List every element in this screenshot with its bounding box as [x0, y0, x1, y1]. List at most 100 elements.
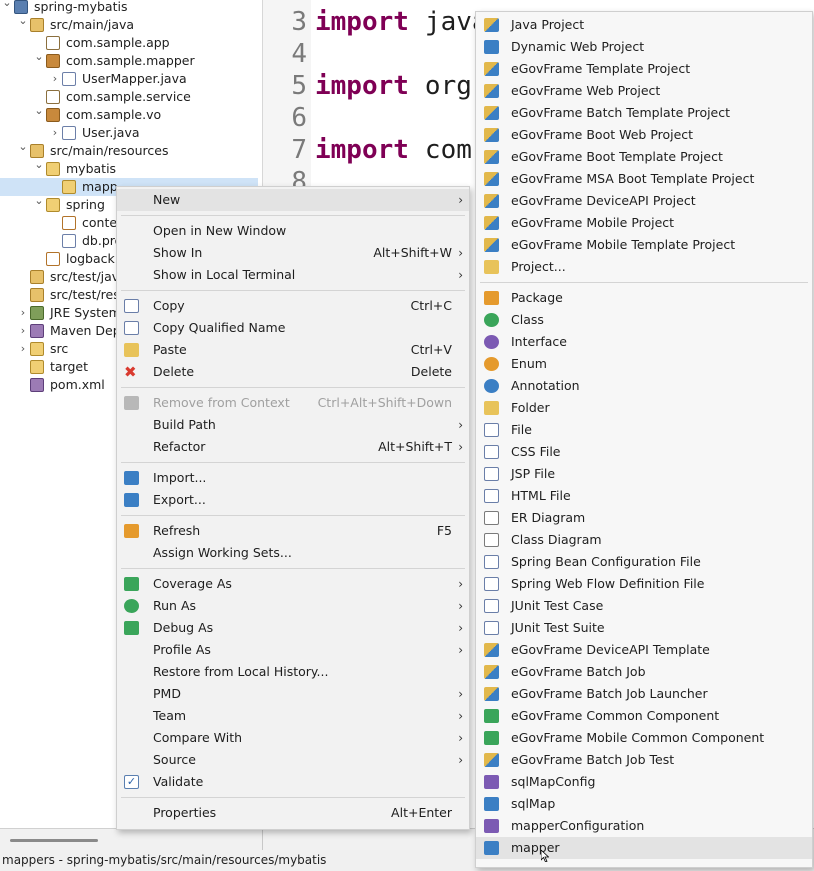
chevron-down-icon[interactable]: ⌄ — [34, 48, 44, 66]
egovframe-deviceapi-template-icon — [484, 643, 499, 657]
new-item-dynamic-web-project[interactable]: Dynamic Web Project — [476, 36, 812, 58]
new-item-junit-test-case[interactable]: JUnit Test Case — [476, 595, 812, 617]
mapper-icon — [484, 841, 499, 855]
new-item-annotation[interactable]: Annotation — [476, 375, 812, 397]
tree-item-usermapper-java[interactable]: › UserMapper.java — [0, 70, 258, 88]
new-item-class-diagram[interactable]: Class Diagram — [476, 529, 812, 551]
new-item-project[interactable]: Project... — [476, 256, 812, 278]
new-item-html-file[interactable]: HTML File — [476, 485, 812, 507]
new-item-spring-bean-configuration-file[interactable]: Spring Bean Configuration File — [476, 551, 812, 573]
tree-item-mybatis[interactable]: ⌄ mybatis — [0, 158, 258, 178]
menu-item-team[interactable]: Team › — [117, 705, 469, 727]
new-item-egovframe-common-component[interactable]: eGovFrame Common Component — [476, 705, 812, 727]
chevron-right-icon[interactable]: › — [18, 304, 28, 322]
chevron-right-icon[interactable]: › — [18, 340, 28, 358]
new-item-mapper[interactable]: mapper — [476, 837, 812, 859]
egovframe-common-component-icon — [484, 709, 499, 723]
new-item-egovframe-mobile-project[interactable]: eGovFrame Mobile Project — [476, 212, 812, 234]
menu-item-compare-with[interactable]: Compare With › — [117, 727, 469, 749]
menu-item-debug-as[interactable]: Debug As › — [117, 617, 469, 639]
menu-item-export[interactable]: Export... — [117, 489, 469, 511]
new-item-egovframe-batch-job-test[interactable]: eGovFrame Batch Job Test — [476, 749, 812, 771]
menu-item-source[interactable]: Source › — [117, 749, 469, 771]
new-item-sqlmap[interactable]: sqlMap — [476, 793, 812, 815]
new-item-egovframe-batch-template-project[interactable]: eGovFrame Batch Template Project — [476, 102, 812, 124]
tree-item-com-sample-mapper[interactable]: ⌄ com.sample.mapper — [0, 50, 258, 70]
tree-item-src-main-java[interactable]: ⌄ src/main/java — [0, 14, 258, 34]
new-item-class[interactable]: Class — [476, 309, 812, 331]
code-line[interactable]: 7 import com. — [263, 134, 487, 166]
menu-item-pmd[interactable]: PMD › — [117, 683, 469, 705]
menu-item-copy-qualified-name[interactable]: Copy Qualified Name — [117, 317, 469, 339]
new-item-interface[interactable]: Interface — [476, 331, 812, 353]
new-item-sqlmapconfig[interactable]: sqlMapConfig — [476, 771, 812, 793]
source-folder-icon — [30, 270, 44, 284]
new-item-spring-web-flow-definition-file[interactable]: Spring Web Flow Definition File — [476, 573, 812, 595]
code-line[interactable]: 5 import org. — [263, 70, 487, 102]
new-item-file[interactable]: File — [476, 419, 812, 441]
new-item-junit-test-suite[interactable]: JUnit Test Suite — [476, 617, 812, 639]
new-item-egovframe-web-project[interactable]: eGovFrame Web Project — [476, 80, 812, 102]
tree-item-spring-mybatis[interactable]: ⌄ spring-mybatis — [0, 0, 258, 16]
menu-item-show-in[interactable]: Show In Alt+Shift+W › — [117, 242, 469, 264]
code-line[interactable]: 3 import java — [263, 6, 487, 38]
menu-item-import[interactable]: Import... — [117, 467, 469, 489]
menu-item-coverage-as[interactable]: Coverage As › — [117, 573, 469, 595]
new-item-css-file[interactable]: CSS File — [476, 441, 812, 463]
new-item-java-project[interactable]: Java Project — [476, 14, 812, 36]
chevron-right-icon: › — [458, 709, 463, 723]
menu-item-run-as[interactable]: Run As › — [117, 595, 469, 617]
chevron-down-icon[interactable]: ⌄ — [18, 12, 28, 30]
new-item-egovframe-batch-job-launcher[interactable]: eGovFrame Batch Job Launcher — [476, 683, 812, 705]
new-item-egovframe-mobile-common-component[interactable]: eGovFrame Mobile Common Component — [476, 727, 812, 749]
debug-icon — [124, 621, 139, 635]
chevron-down-icon[interactable]: ⌄ — [18, 138, 28, 156]
new-item-egovframe-boot-web-project[interactable]: eGovFrame Boot Web Project — [476, 124, 812, 146]
menu-item-profile-as[interactable]: Profile As › — [117, 639, 469, 661]
new-item-egovframe-boot-template-project[interactable]: eGovFrame Boot Template Project — [476, 146, 812, 168]
menu-item-label: HTML File — [511, 488, 571, 503]
menu-item-shortcut: Alt+Shift+T — [378, 439, 452, 454]
menu-item-open-in-new-window[interactable]: Open in New Window — [117, 220, 469, 242]
chevron-down-icon[interactable]: ⌄ — [34, 102, 44, 120]
chevron-right-icon[interactable]: › — [18, 322, 28, 340]
new-item-folder[interactable]: Folder — [476, 397, 812, 419]
new-item-egovframe-deviceapi-project[interactable]: eGovFrame DeviceAPI Project — [476, 190, 812, 212]
new-item-egovframe-template-project[interactable]: eGovFrame Template Project — [476, 58, 812, 80]
menu-item-properties[interactable]: Properties Alt+Enter — [117, 802, 469, 824]
code-line[interactable]: 6 — [263, 102, 331, 134]
menu-item-label: JUnit Test Case — [511, 598, 604, 613]
menu-item-build-path[interactable]: Build Path › — [117, 414, 469, 436]
menu-item-refresh[interactable]: Refresh F5 — [117, 520, 469, 542]
chevron-right-icon[interactable]: › — [50, 124, 60, 142]
new-item-egovframe-mobile-template-project[interactable]: eGovFrame Mobile Template Project — [476, 234, 812, 256]
scrollbar-thumb[interactable] — [10, 839, 98, 842]
menu-item-label: Run As — [153, 598, 197, 613]
menu-item-delete[interactable]: ✖ Delete Delete — [117, 361, 469, 383]
menu-item-new[interactable]: New › — [117, 189, 469, 211]
menu-item-copy[interactable]: Copy Ctrl+C — [117, 295, 469, 317]
menu-item-validate[interactable]: ✓ Validate — [117, 771, 469, 793]
menu-item-label: Refresh — [153, 523, 201, 538]
menu-item-restore-from-local-history[interactable]: Restore from Local History... — [117, 661, 469, 683]
new-item-package[interactable]: Package — [476, 287, 812, 309]
menu-item-paste[interactable]: Paste Ctrl+V — [117, 339, 469, 361]
menu-item-assign-working-sets[interactable]: Assign Working Sets... — [117, 542, 469, 564]
new-item-er-diagram[interactable]: ER Diagram — [476, 507, 812, 529]
css-file-icon — [484, 445, 499, 459]
menu-item-show-in-local-terminal[interactable]: Show in Local Terminal › — [117, 264, 469, 286]
new-item-mapperconfiguration[interactable]: mapperConfiguration — [476, 815, 812, 837]
chevron-down-icon[interactable]: ⌄ — [34, 156, 44, 174]
tree-item-user-java[interactable]: › User.java — [0, 124, 258, 142]
tree-item-com-sample-vo[interactable]: ⌄ com.sample.vo — [0, 104, 258, 124]
chevron-down-icon[interactable]: ⌄ — [34, 192, 44, 210]
new-item-egovframe-deviceapi-template[interactable]: eGovFrame DeviceAPI Template — [476, 639, 812, 661]
new-item-jsp-file[interactable]: JSP File — [476, 463, 812, 485]
code-line[interactable]: 4 — [263, 38, 331, 70]
new-item-egovframe-msa-boot-template-project[interactable]: eGovFrame MSA Boot Template Project — [476, 168, 812, 190]
new-item-enum[interactable]: Enum — [476, 353, 812, 375]
new-item-egovframe-batch-job[interactable]: eGovFrame Batch Job — [476, 661, 812, 683]
chevron-right-icon[interactable]: › — [50, 70, 60, 88]
chevron-down-icon[interactable]: ⌄ — [2, 0, 12, 12]
menu-item-refactor[interactable]: Refactor Alt+Shift+T › — [117, 436, 469, 458]
